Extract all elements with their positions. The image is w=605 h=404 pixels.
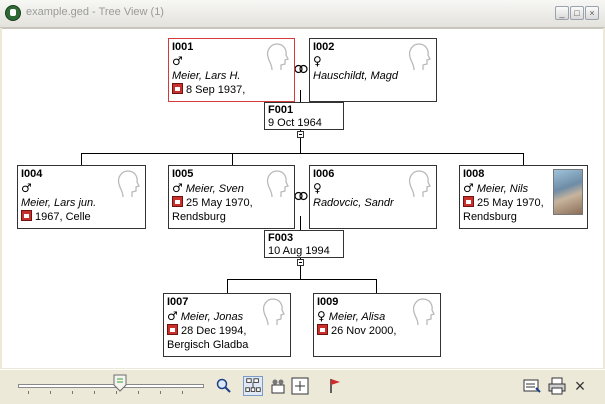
- person-silhouette-icon: [408, 43, 431, 71]
- person-silhouette-icon: [266, 170, 289, 198]
- connector-line: [81, 153, 82, 165]
- slider-tick: [182, 391, 183, 394]
- connector-line: [227, 279, 228, 293]
- family-card-f001[interactable]: F001 9 Oct 1964: [264, 102, 344, 130]
- connector-line: [227, 279, 377, 280]
- person-card-i009[interactable]: I009 ♀ Meier, Alisa 26 Nov 2000,: [313, 293, 441, 357]
- bottom-toolbar: ×: [0, 369, 605, 404]
- family-icon[interactable]: [268, 376, 288, 396]
- minimize-button[interactable]: _: [555, 6, 569, 20]
- family-date: 9 Oct 1964: [268, 117, 322, 129]
- birth-event-icon: [317, 324, 328, 335]
- slider-tick: [160, 391, 161, 394]
- person-date: 25 May 1970,: [477, 197, 544, 209]
- male-symbol-icon: ♂: [463, 181, 474, 195]
- person-silhouette-icon: [117, 170, 140, 198]
- female-symbol-icon: ♀: [313, 181, 322, 195]
- slider-tick: [72, 391, 73, 394]
- slider-tick: [28, 391, 29, 394]
- tree-view-window: example.ged - Tree View (1) _ □ × I001 ♂…: [0, 0, 605, 404]
- person-name: Meier, Alisa: [328, 311, 386, 323]
- family-card-f003[interactable]: F003 10 Aug 1994: [264, 230, 344, 258]
- person-date: 8 Sep 1937,: [186, 84, 246, 96]
- person-silhouette-icon: [262, 298, 285, 326]
- connector-line: [523, 153, 524, 165]
- person-date: 28 Dec 1994,: [181, 325, 247, 337]
- zoom-slider[interactable]: [18, 384, 204, 388]
- bookmark-flag-icon[interactable]: [325, 376, 345, 396]
- person-silhouette-icon: [266, 43, 289, 71]
- person-date: 26 Nov 2000,: [331, 325, 397, 337]
- person-place: Bergisch Gladba: [167, 339, 249, 351]
- slider-tick: [116, 391, 117, 394]
- male-symbol-icon: ♂: [172, 181, 183, 195]
- marriage-rings-icon: [294, 191, 308, 201]
- collapse-toggle[interactable]: [297, 131, 304, 138]
- person-card-i008[interactable]: I008 ♂ Meier, Nils 25 May 1970, Rendsburg: [459, 165, 588, 229]
- person-name: Meier, Jonas: [180, 311, 244, 323]
- close-window-button[interactable]: ×: [585, 6, 599, 20]
- family-id: F001: [268, 104, 294, 116]
- birth-event-icon: [172, 196, 183, 207]
- male-symbol-icon: ♂: [21, 181, 32, 195]
- birth-event-icon: [463, 196, 474, 207]
- connector-line: [232, 153, 233, 165]
- person-card-i002[interactable]: I002 ♀ Hauschildt, Magd: [309, 38, 437, 102]
- connector-line: [300, 90, 301, 102]
- slider-tick: [138, 391, 139, 394]
- person-card-i007[interactable]: I007 ♂ Meier, Jonas 28 Dec 1994, Bergisch…: [163, 293, 291, 357]
- person-photo: [553, 169, 583, 215]
- slider-tick: [94, 391, 95, 394]
- collapse-toggle[interactable]: [297, 259, 304, 266]
- family-date: 10 Aug 1994: [268, 245, 330, 257]
- female-symbol-icon: ♀: [313, 54, 322, 68]
- person-card-i004[interactable]: I004 ♂ Meier, Lars jun. 1967, Celle: [17, 165, 146, 229]
- marriage-rings-icon: [294, 64, 308, 74]
- person-name: Meier, Nils: [476, 183, 529, 195]
- title-bar: example.ged - Tree View (1) _ □ ×: [0, 0, 605, 28]
- zoom-icon[interactable]: [214, 376, 234, 396]
- female-symbol-icon: ♀: [317, 309, 326, 323]
- slider-tick: [50, 391, 51, 394]
- person-silhouette-icon: [408, 170, 431, 198]
- male-symbol-icon: ♂: [172, 54, 183, 68]
- birth-event-icon: [21, 210, 32, 221]
- window-title: example.ged - Tree View (1): [26, 6, 164, 18]
- settings-icon[interactable]: [522, 376, 542, 396]
- person-card-i005[interactable]: I005 ♂ Meier, Sven 25 May 1970, Rendsburg: [168, 165, 295, 229]
- close-icon[interactable]: ×: [570, 376, 590, 396]
- tree-layout-icon[interactable]: [243, 376, 263, 396]
- birth-event-icon: [167, 324, 178, 335]
- app-tree-icon[interactable]: [5, 5, 21, 21]
- male-symbol-icon: ♂: [167, 309, 178, 323]
- zoom-slider-thumb[interactable]: [113, 374, 127, 392]
- tree-canvas[interactable]: I001 ♂ Meier, Lars H. 8 Sep 1937, I002 ♀…: [2, 28, 603, 368]
- person-place: Rendsburg: [172, 211, 226, 223]
- family-id: F003: [268, 232, 294, 244]
- person-card-i006[interactable]: I006 ♀ Radovcic, Sandr: [309, 165, 437, 229]
- birth-event-icon: [172, 83, 183, 94]
- person-card-i001[interactable]: I001 ♂ Meier, Lars H. 8 Sep 1937,: [168, 38, 295, 102]
- person-date: 25 May 1970,: [186, 197, 253, 209]
- maximize-button[interactable]: □: [570, 6, 584, 20]
- print-icon[interactable]: [547, 376, 567, 396]
- person-date: 1967, Celle: [35, 211, 91, 223]
- fit-window-icon[interactable]: [290, 376, 310, 396]
- person-name: Meier, Sven: [185, 183, 244, 195]
- connector-line: [300, 216, 301, 230]
- person-silhouette-icon: [412, 298, 435, 326]
- connector-line: [81, 153, 524, 154]
- connector-line: [376, 279, 377, 293]
